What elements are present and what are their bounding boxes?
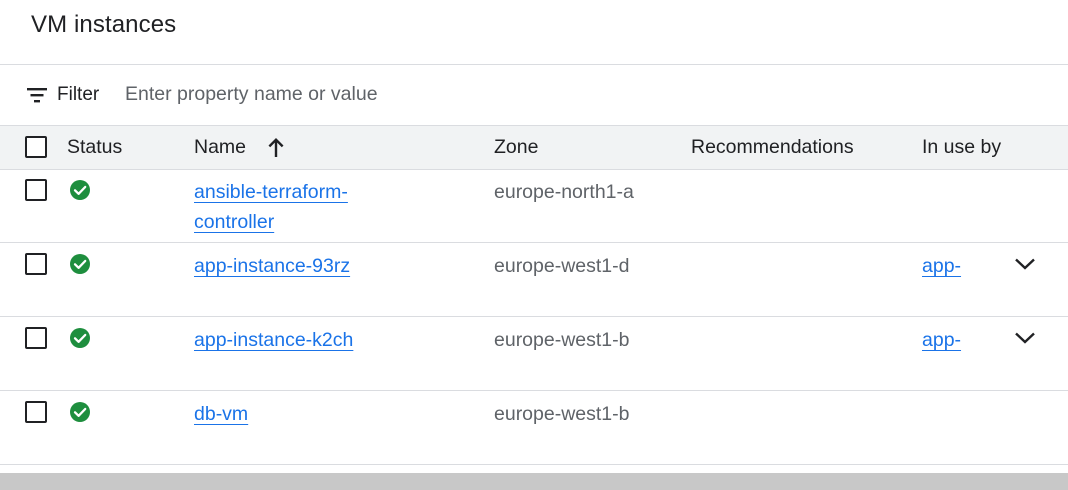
column-header-name[interactable]: Name — [194, 136, 246, 159]
row-checkbox[interactable] — [25, 253, 47, 275]
zone-value: europe-north1-a — [494, 181, 634, 203]
check-circle-icon — [70, 254, 90, 274]
instance-name-link[interactable]: ansible-terraform-controller — [194, 177, 394, 237]
column-header-status[interactable]: Status — [67, 136, 122, 159]
chevron-down-icon[interactable] — [1014, 331, 1036, 345]
vm-instances-page: VM instances Filter Status Name Zone Rec… — [0, 0, 1068, 490]
filter-icon[interactable] — [26, 86, 48, 104]
in-use-by-link[interactable]: app- — [922, 325, 961, 355]
row-checkbox[interactable] — [25, 401, 47, 423]
title-bar: VM instances — [0, 0, 1068, 65]
horizontal-scrollbar[interactable] — [0, 473, 1068, 490]
table-header: Status Name Zone Recommendations In use … — [0, 125, 1068, 170]
check-circle-icon — [70, 328, 90, 348]
filter-bar: Filter — [0, 65, 1068, 125]
table-row[interactable]: app-instance-93rz europe-west1-d app- — [0, 243, 1068, 317]
select-all-checkbox[interactable] — [25, 136, 47, 158]
filter-label[interactable]: Filter — [57, 84, 99, 106]
column-header-recommendations[interactable]: Recommendations — [691, 136, 854, 159]
check-circle-icon — [70, 402, 90, 422]
table-row[interactable]: app-instance-k2ch europe-west1-b app- — [0, 317, 1068, 391]
zone-value: europe-west1-b — [494, 403, 630, 425]
chevron-down-icon[interactable] — [1014, 257, 1036, 271]
row-checkbox[interactable] — [25, 327, 47, 349]
instance-name-link[interactable]: db-vm — [194, 399, 394, 429]
in-use-by-link[interactable]: app- — [922, 251, 961, 281]
zone-value: europe-west1-d — [494, 255, 630, 277]
arrow-up-icon[interactable] — [266, 136, 286, 158]
filter-input[interactable] — [118, 77, 732, 111]
instance-name-link[interactable]: app-instance-93rz — [194, 251, 394, 281]
column-header-zone[interactable]: Zone — [494, 136, 538, 159]
table-row[interactable]: ansible-terraform-controller europe-nort… — [0, 169, 1068, 243]
row-checkbox[interactable] — [25, 179, 47, 201]
zone-value: europe-west1-b — [494, 329, 630, 351]
instance-name-link[interactable]: app-instance-k2ch — [194, 325, 394, 355]
page-title: VM instances — [31, 11, 177, 38]
table-row[interactable]: db-vm europe-west1-b — [0, 391, 1068, 465]
check-circle-icon — [70, 180, 90, 200]
column-header-in-use-by[interactable]: In use by — [922, 136, 1001, 159]
